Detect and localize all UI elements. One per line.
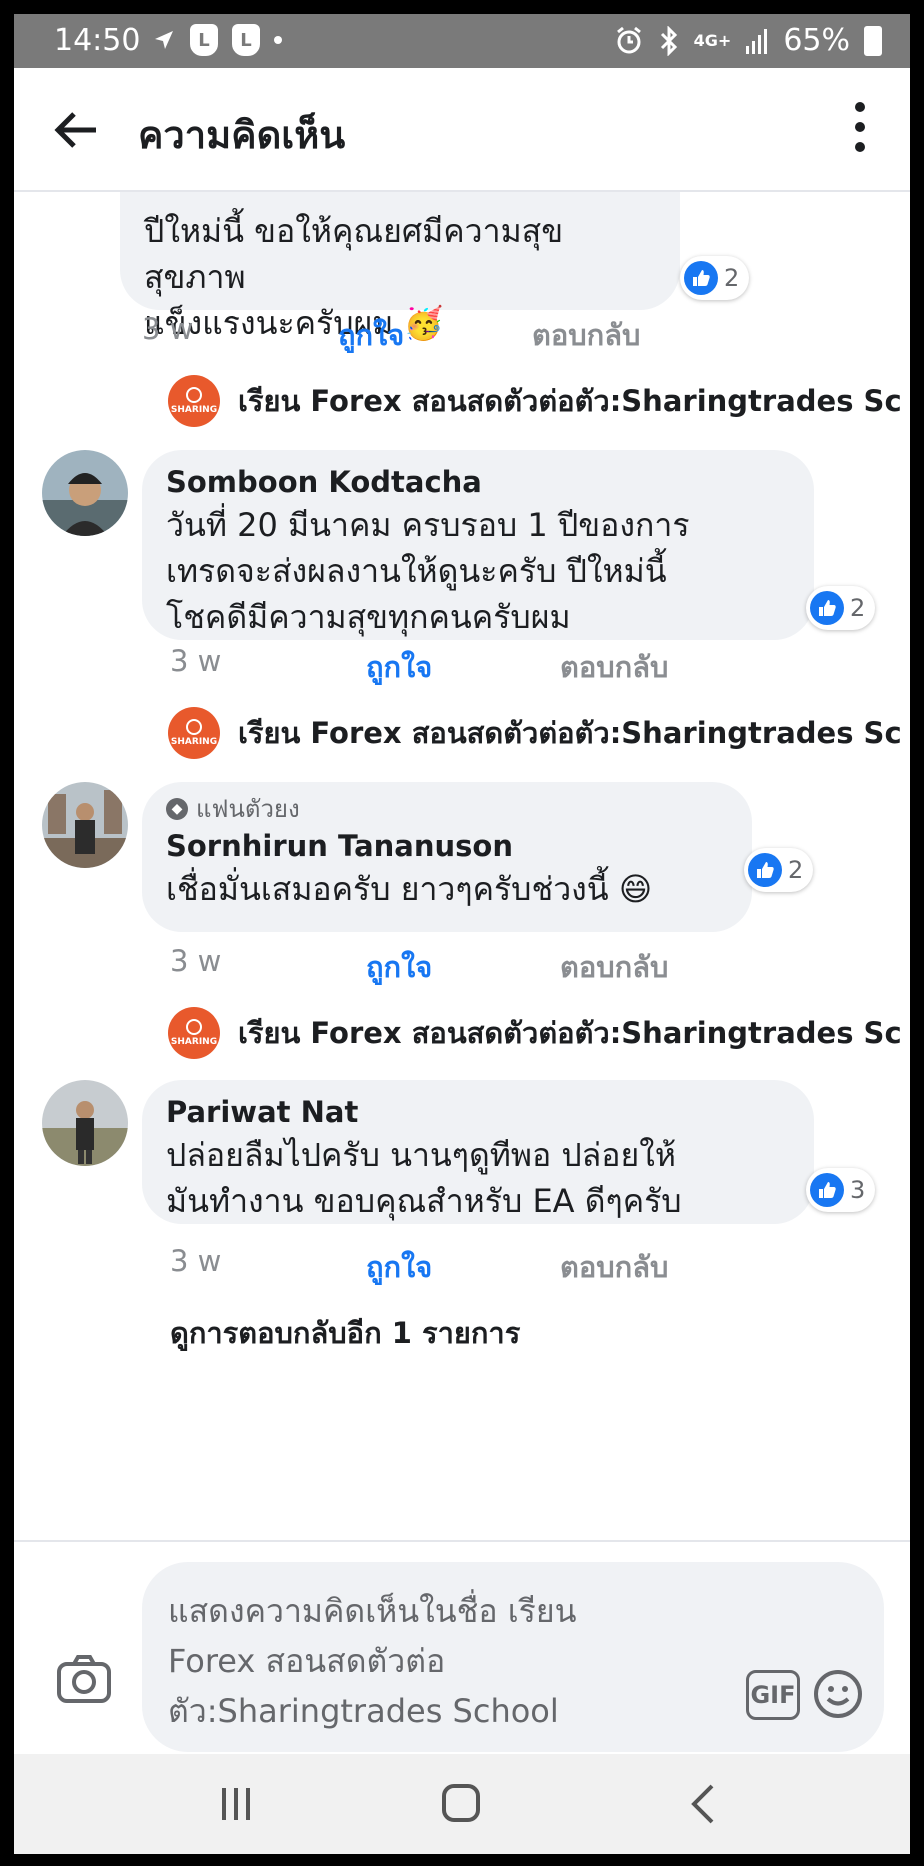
signal-icon: [746, 28, 768, 54]
reaction-count-label: 2: [724, 264, 740, 292]
comment-author[interactable]: Pariwat Nat: [166, 1092, 790, 1132]
comment-actions: 3 w ถูกใจ ตอบกลับ: [170, 944, 730, 984]
comment-bubble[interactable]: ◆ แฟนตัวยง Sornhirun Tananuson เชื่อมั่น…: [142, 782, 752, 932]
home-icon[interactable]: [442, 1784, 480, 1822]
line-badge-icon: L: [190, 24, 218, 56]
comment-actions: 3 w ถูกใจ ตอบกลับ: [170, 1244, 730, 1284]
reaction-count-label: 2: [850, 594, 866, 622]
comment-bubble[interactable]: ปีใหม่นี้ ขอให้คุณยศมีความสุข สุขภาพ แข็…: [120, 192, 680, 342]
like-button[interactable]: ถูกใจ: [366, 944, 432, 990]
reaction-count-label: 2: [788, 856, 804, 884]
emoji-icon[interactable]: [812, 1668, 864, 1720]
page-reply-row[interactable]: SHARING เรียน Forex สอนสดตัวต่อตัว:Shari…: [168, 372, 910, 430]
top-fan-label: แฟนตัวยง: [196, 795, 300, 823]
nav-back-icon[interactable]: [686, 1782, 720, 1826]
more-vertical-icon[interactable]: [854, 102, 866, 154]
view-more-replies-link[interactable]: ดูการตอบกลับอีก 1 รายการ: [170, 1310, 520, 1356]
arrow-left-icon[interactable]: [54, 110, 98, 150]
comment-author[interactable]: Sornhirun Tananuson: [166, 826, 728, 866]
like-reaction-icon: [810, 1173, 844, 1207]
reaction-count[interactable]: 3: [806, 1168, 876, 1212]
gif-button[interactable]: GIF: [746, 1670, 800, 1720]
avatar[interactable]: [42, 1080, 128, 1166]
line-badge-icon: L: [232, 24, 260, 56]
network-type: 4G+: [693, 31, 732, 50]
comment-bubble[interactable]: Pariwat Nat ปล่อยลืมไปครับ นานๆดูทีพอ ปล…: [142, 1080, 814, 1224]
status-left-icons: L L: [152, 24, 282, 56]
like-reaction-icon: [684, 261, 718, 295]
comment-text: ปล่อยลืมไปครับ นานๆดูทีพอ ปล่อยให้: [166, 1136, 676, 1174]
comment-timestamp: 3 w: [170, 944, 222, 978]
top-fan-badge: ◆ แฟนตัวยง: [166, 792, 728, 826]
reply-button[interactable]: ตอบกลับ: [560, 944, 668, 990]
page-reply-name: เรียน Forex สอนสดตัวต่อตัว:Sharingtrades…: [238, 1016, 902, 1050]
status-right-icons: 4G+ 65%: [614, 23, 882, 58]
bluetooth-icon: [660, 25, 677, 56]
page-title: ความคิดเห็น: [138, 113, 346, 157]
battery-percent: 65%: [783, 23, 850, 58]
page-logo: SHARING: [168, 1007, 220, 1059]
reply-button[interactable]: ตอบกลับ: [532, 312, 640, 358]
app-bar: ความคิดเห็น: [14, 68, 910, 192]
avatar[interactable]: [42, 450, 128, 536]
camera-icon[interactable]: [56, 1654, 112, 1704]
like-button[interactable]: ถูกใจ: [338, 312, 404, 358]
reply-button[interactable]: ตอบกลับ: [560, 644, 668, 690]
diamond-icon: ◆: [166, 798, 188, 820]
comment-text: เชื่อมั่นเสมอครับ ยาวๆครับช่วงนี้ 😄: [166, 870, 653, 908]
avatar[interactable]: [42, 782, 128, 868]
like-button[interactable]: ถูกใจ: [366, 644, 432, 690]
comment-input-placeholder: แสดงความคิดเห็นในชื่อ เรียน Forex สอนสดต…: [168, 1592, 577, 1730]
status-time: 14:50: [54, 23, 141, 58]
comment-input[interactable]: แสดงความคิดเห็นในชื่อ เรียน Forex สอนสดต…: [142, 1562, 884, 1752]
reply-button[interactable]: ตอบกลับ: [560, 1244, 668, 1290]
like-reaction-icon: [748, 853, 782, 887]
status-bar: 14:50 L L 4G+ 65%: [14, 14, 910, 68]
alarm-icon: [616, 26, 641, 53]
comment-bubble[interactable]: Somboon Kodtacha วันที่ 20 มีนาคม ครบรอบ…: [142, 450, 814, 640]
notification-dot-icon: [274, 36, 282, 44]
page-reply-name: เรียน Forex สอนสดตัวต่อตัว:Sharingtrades…: [238, 384, 902, 418]
comment-text: ปีใหม่นี้ ขอให้คุณยศมีความสุข สุขภาพ: [144, 212, 564, 296]
phone-screen: 14:50 L L 4G+ 65% ความคิดเห็น ปีใหม่นี้ …: [14, 14, 910, 1854]
like-button[interactable]: ถูกใจ: [366, 1244, 432, 1290]
comment-author[interactable]: Somboon Kodtacha: [166, 462, 790, 502]
system-nav-bar: [14, 1754, 910, 1854]
page-reply-name: เรียน Forex สอนสดตัวต่อตัว:Sharingtrades…: [238, 716, 902, 750]
reaction-count[interactable]: 2: [806, 586, 876, 630]
comment-timestamp: 3 w: [170, 1244, 222, 1278]
comments-list[interactable]: ปีใหม่นี้ ขอให้คุณยศมีความสุข สุขภาพ แข็…: [14, 192, 910, 1540]
page-logo: SHARING: [168, 375, 220, 427]
page-logo: SHARING: [168, 707, 220, 759]
battery-icon: [864, 25, 882, 56]
comment-timestamp: 3 w: [142, 312, 194, 346]
comment-text: มันทำงาน ขอบคุณสำหรับ EA ดีๆครับ: [166, 1182, 682, 1220]
comment-timestamp: 3 w: [170, 644, 222, 678]
reaction-count-label: 3: [850, 1176, 866, 1204]
comment-text: โชคดีมีความสุขทุกคนครับผม: [166, 598, 571, 636]
comment-text: เทรดจะส่งผลงานให้ดูนะครับ ปีใหม่นี้: [166, 552, 667, 590]
comment-actions: 3 w ถูกใจ ตอบกลับ: [142, 312, 702, 352]
reaction-count[interactable]: 2: [744, 848, 814, 892]
page-reply-row[interactable]: SHARING เรียน Forex สอนสดตัวต่อตัว:Shari…: [168, 704, 910, 762]
like-reaction-icon: [810, 591, 844, 625]
comment-text: วันที่ 20 มีนาคม ครบรอบ 1 ปีของการ: [166, 506, 690, 544]
page-reply-row[interactable]: SHARING เรียน Forex สอนสดตัวต่อตัว:Shari…: [168, 1004, 910, 1062]
reaction-count[interactable]: 2: [680, 256, 750, 300]
location-icon: [155, 31, 173, 49]
recent-apps-icon[interactable]: [216, 1784, 256, 1824]
comment-composer: แสดงความคิดเห็นในชื่อ เรียน Forex สอนสดต…: [14, 1540, 910, 1754]
comment-actions: 3 w ถูกใจ ตอบกลับ: [170, 644, 730, 684]
